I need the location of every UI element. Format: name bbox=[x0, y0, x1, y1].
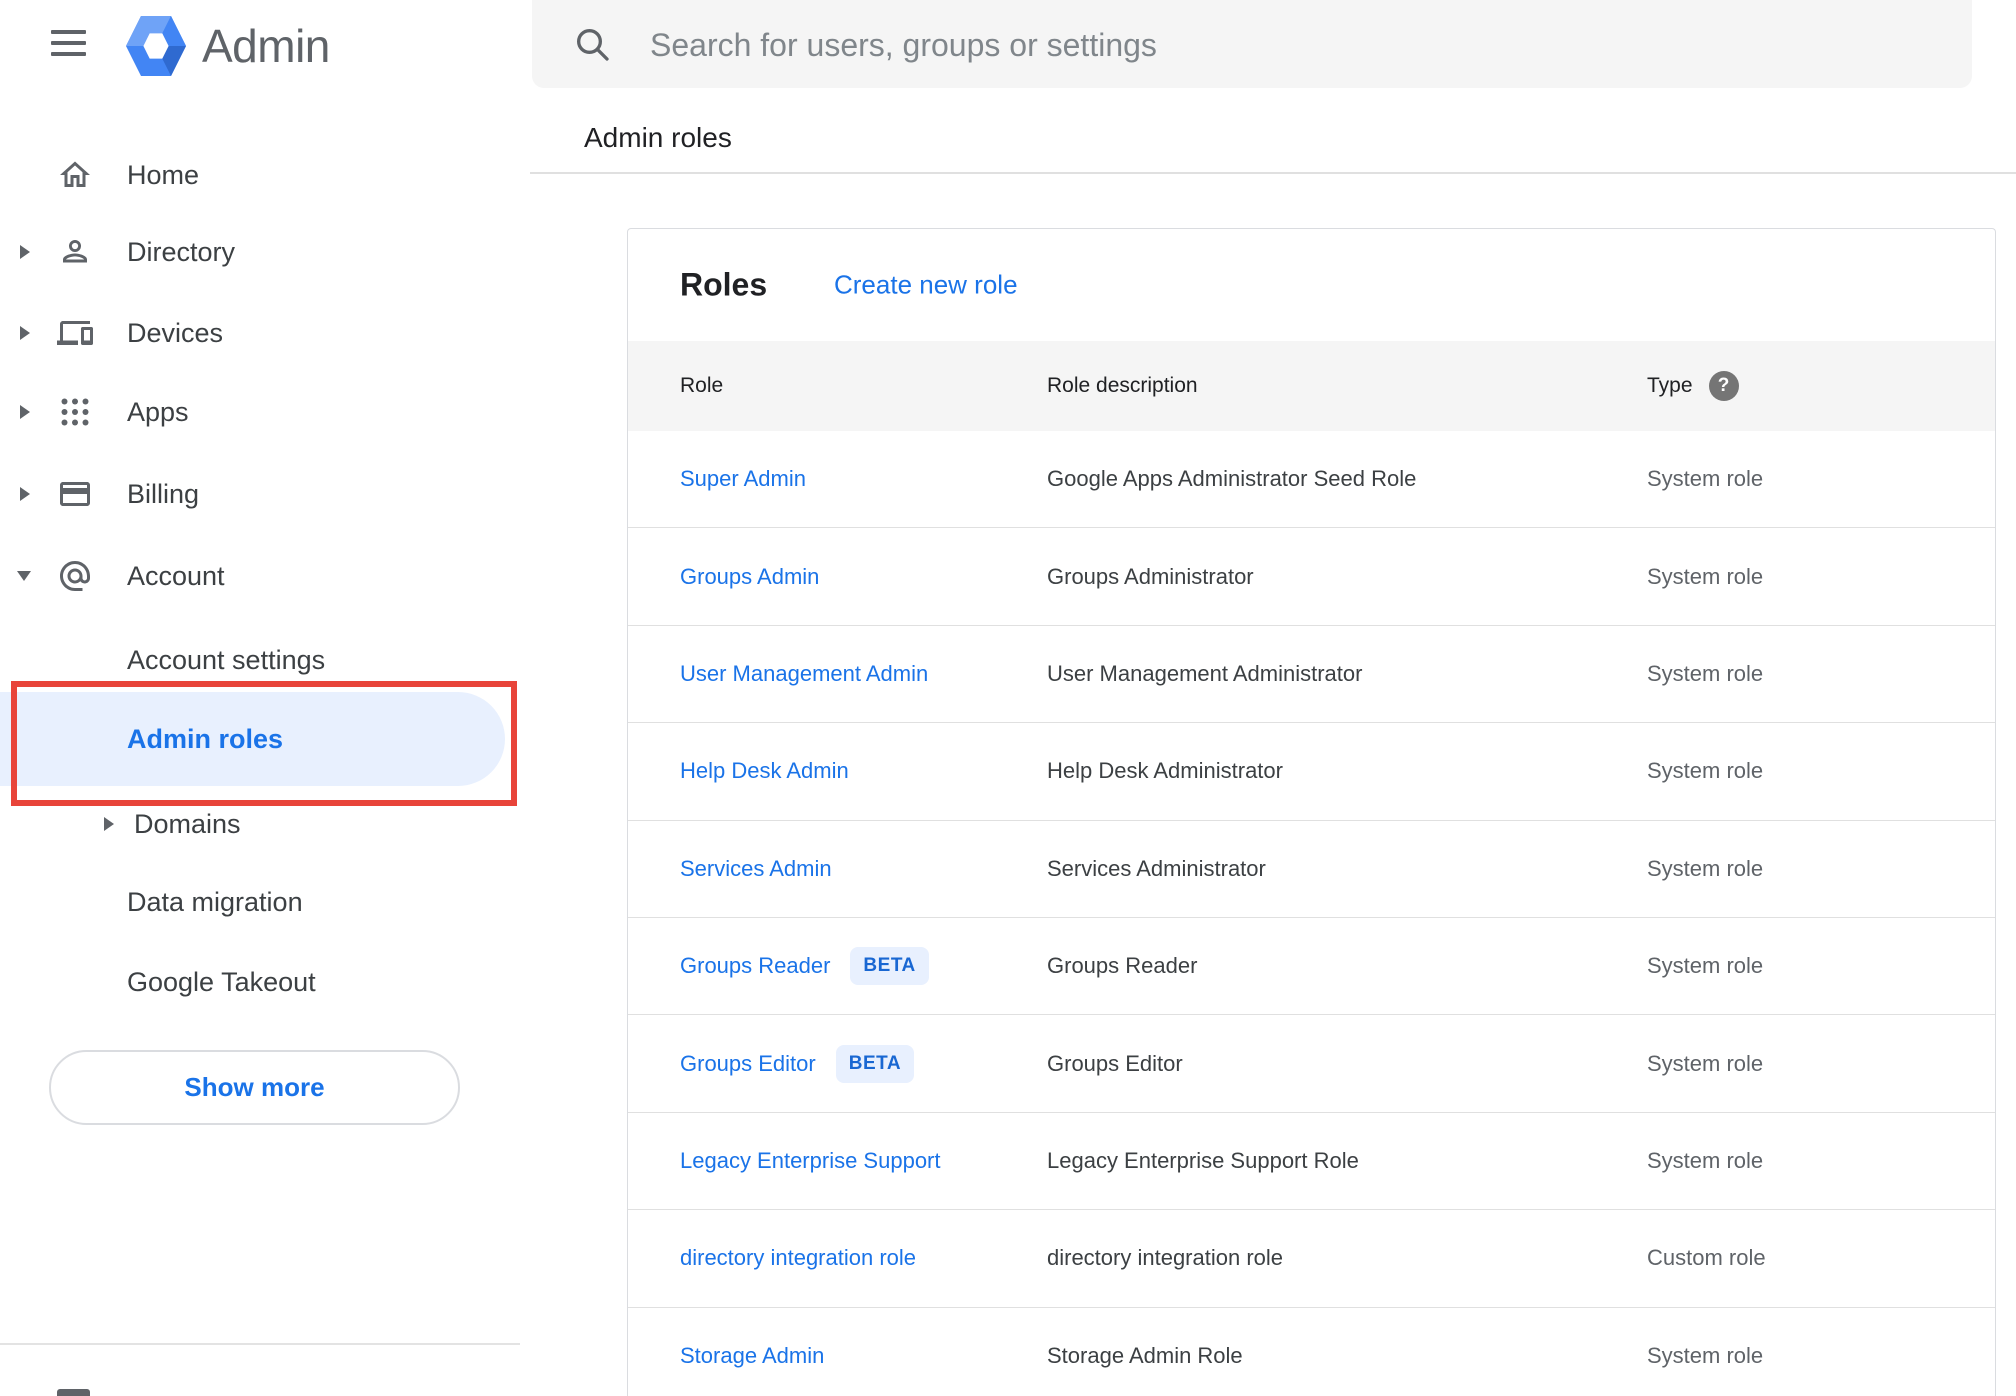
search-icon bbox=[577, 29, 609, 61]
expand-arrow-icon[interactable] bbox=[104, 817, 114, 831]
credit-card-icon bbox=[60, 482, 90, 506]
roles-card-titlebar: Roles Create new role bbox=[628, 229, 1995, 341]
table-header-row: Role Role description Type ? bbox=[628, 341, 1995, 431]
role-link[interactable]: Groups Reader bbox=[680, 953, 830, 979]
role-link[interactable]: Groups Editor bbox=[680, 1051, 816, 1077]
role-type: System role bbox=[1647, 1343, 1764, 1369]
role-link[interactable]: Storage Admin bbox=[680, 1343, 824, 1369]
sidebar-item-label: Account bbox=[127, 560, 225, 591]
at-sign-icon bbox=[60, 561, 90, 591]
show-more-button[interactable]: Show more bbox=[49, 1050, 460, 1125]
devices-icon bbox=[57, 321, 93, 345]
admin-console-page: Admin Home Directory Devices Apps Billin… bbox=[0, 0, 2016, 1396]
sidebar-item-directory[interactable]: Directory bbox=[0, 227, 512, 277]
sidebar-item-google-takeout[interactable]: Google Takeout bbox=[0, 957, 512, 1007]
sidebar-item-label: Data migration bbox=[127, 886, 303, 917]
column-header-role: Role bbox=[680, 374, 724, 397]
hamburger-menu-icon[interactable] bbox=[51, 30, 86, 56]
sidebar-item-account-settings[interactable]: Account settings bbox=[0, 635, 512, 685]
table-row: Legacy Enterprise Support Legacy Enterpr… bbox=[628, 1113, 1995, 1211]
role-description: Groups Administrator bbox=[1047, 563, 1254, 589]
admin-hexagon-logo-icon bbox=[126, 16, 186, 76]
role-description: Legacy Enterprise Support Role bbox=[1047, 1147, 1359, 1173]
app-title: Admin bbox=[202, 20, 330, 72]
role-link[interactable]: Services Admin bbox=[680, 856, 832, 882]
sidebar-item-label: Google Takeout bbox=[127, 966, 316, 997]
expand-arrow-icon[interactable] bbox=[20, 245, 30, 259]
role-link[interactable]: Help Desk Admin bbox=[680, 758, 849, 784]
sidebar-item-devices[interactable]: Devices bbox=[0, 308, 512, 358]
role-description: Groups Editor bbox=[1047, 1050, 1183, 1076]
sidebar-divider bbox=[0, 1343, 520, 1345]
sidebar-item-label: Account settings bbox=[127, 644, 326, 675]
help-icon[interactable]: ? bbox=[1708, 371, 1739, 401]
header-divider bbox=[530, 172, 2016, 174]
table-row: directory integration role directory int… bbox=[628, 1210, 1995, 1308]
expand-arrow-icon[interactable] bbox=[20, 405, 30, 419]
role-type: System role bbox=[1647, 466, 1764, 492]
sidebar-item-label: Domains bbox=[134, 808, 241, 839]
cutoff-sidebar-icon bbox=[57, 1389, 90, 1396]
role-type: System role bbox=[1647, 1147, 1764, 1173]
table-row: Services Admin Services Administrator Sy… bbox=[628, 821, 1995, 918]
role-description: Google Apps Administrator Seed Role bbox=[1047, 466, 1417, 492]
search-bar[interactable] bbox=[532, 0, 1972, 90]
sidebar-item-label: Admin roles bbox=[127, 723, 284, 754]
table-row: Super Admin Google Apps Administrator Se… bbox=[628, 431, 1995, 529]
create-new-role-link[interactable]: Create new role bbox=[834, 270, 1018, 301]
role-description: User Management Administrator bbox=[1047, 660, 1363, 686]
collapse-arrow-icon[interactable] bbox=[17, 571, 31, 581]
sidebar-item-billing[interactable]: Billing bbox=[0, 469, 512, 519]
sidebar-item-apps[interactable]: Apps bbox=[0, 387, 512, 437]
role-type: System role bbox=[1647, 953, 1764, 979]
sidebar-item-label: Apps bbox=[127, 396, 189, 427]
role-type: System role bbox=[1647, 855, 1764, 881]
role-link[interactable]: Legacy Enterprise Support bbox=[680, 1148, 941, 1174]
card-title: Roles bbox=[680, 266, 768, 303]
role-link[interactable]: Groups Admin bbox=[680, 564, 819, 590]
sidebar-item-data-migration[interactable]: Data migration bbox=[0, 877, 512, 927]
role-description: Storage Admin Role bbox=[1047, 1343, 1243, 1369]
sidebar-item-admin-roles[interactable]: Admin roles bbox=[0, 714, 512, 764]
sidebar-item-account[interactable]: Account bbox=[0, 551, 512, 601]
role-type: System role bbox=[1647, 1050, 1764, 1076]
column-header-description: Role description bbox=[1047, 374, 1198, 397]
search-input[interactable] bbox=[648, 0, 1912, 90]
home-icon bbox=[60, 161, 90, 187]
column-header-type-label: Type bbox=[1647, 374, 1693, 397]
role-description: Help Desk Administrator bbox=[1047, 758, 1283, 784]
table-row: Groups Reader BETA Groups Reader System … bbox=[628, 918, 1995, 1016]
role-description: directory integration role bbox=[1047, 1245, 1284, 1271]
sidebar-item-label: Billing bbox=[127, 478, 200, 509]
table-row: User Management Admin User Management Ad… bbox=[628, 626, 1995, 724]
beta-badge: BETA bbox=[835, 1044, 915, 1083]
table-row: Groups Editor BETA Groups Editor System … bbox=[628, 1015, 1995, 1113]
apps-grid-icon bbox=[61, 398, 89, 426]
expand-arrow-icon[interactable] bbox=[20, 487, 30, 501]
sidebar-item-label: Home bbox=[127, 159, 200, 190]
role-description: Groups Reader bbox=[1047, 953, 1198, 979]
table-row: Storage Admin Storage Admin Role System … bbox=[628, 1308, 1995, 1396]
sidebar-item-label: Devices bbox=[127, 317, 224, 348]
role-link[interactable]: User Management Admin bbox=[680, 661, 928, 687]
expand-arrow-icon[interactable] bbox=[20, 326, 30, 340]
sidebar-item-domains[interactable]: Domains bbox=[0, 799, 512, 849]
role-link[interactable]: Super Admin bbox=[680, 466, 806, 492]
breadcrumb: Admin roles bbox=[584, 122, 732, 153]
role-type: System role bbox=[1647, 563, 1764, 589]
sidebar-item-home[interactable]: Home bbox=[0, 150, 512, 200]
role-type: Custom role bbox=[1647, 1245, 1766, 1271]
roles-card: Roles Create new role Role Role descript… bbox=[627, 228, 1996, 1396]
column-header-type: Type ? bbox=[1647, 371, 1739, 401]
person-icon bbox=[63, 240, 87, 263]
role-type: System role bbox=[1647, 758, 1764, 784]
beta-badge: BETA bbox=[850, 947, 929, 986]
role-type: System role bbox=[1647, 660, 1764, 686]
table-row: Groups Admin Groups Administrator System… bbox=[628, 528, 1995, 626]
role-link[interactable]: directory integration role bbox=[680, 1245, 916, 1271]
table-row: Help Desk Admin Help Desk Administrator … bbox=[628, 723, 1995, 821]
role-description: Services Administrator bbox=[1047, 855, 1266, 881]
sidebar-item-label: Directory bbox=[127, 236, 236, 267]
